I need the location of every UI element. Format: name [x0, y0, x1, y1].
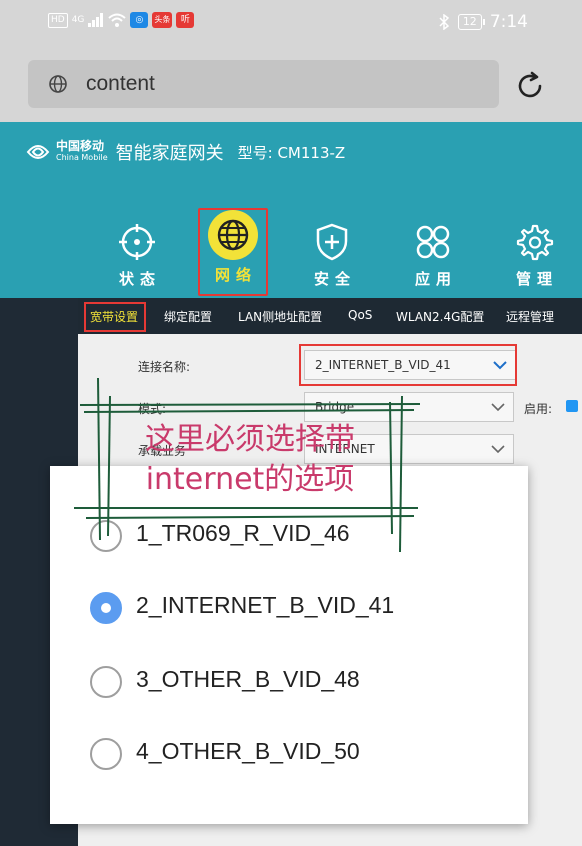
radio-button[interactable]	[90, 738, 122, 770]
reload-icon[interactable]	[514, 70, 546, 102]
mode-select[interactable]: Bridge	[304, 392, 514, 422]
brand-logo: 中国移动 China Mobile 智能家庭网关 型号: CM113-Z	[24, 138, 345, 166]
signal-icon	[88, 13, 104, 27]
battery-indicator: 12	[457, 14, 485, 30]
clock: 7:14	[489, 12, 528, 32]
model-label: 型号: CM113-Z	[237, 143, 346, 162]
sub-tabs: 宽带设置 绑定配置 LAN侧地址配置 QoS WLAN2.4G配置 远程管理	[78, 298, 582, 334]
tab-remote-management[interactable]: 远程管理	[506, 308, 554, 325]
radio-button[interactable]	[90, 520, 122, 552]
status-bar: HD 4G ◎ 头条 听 12 7:14	[0, 0, 582, 46]
nav-item-manage[interactable]: 管理	[499, 222, 569, 289]
brand-en: China Mobile	[56, 153, 108, 162]
annotation-note: 这里必须选择带 internet的选项	[100, 420, 400, 500]
tab-lan-address[interactable]: LAN侧地址配置	[238, 308, 322, 325]
toutiao-app-icon: 头条	[152, 12, 173, 28]
annotation-highlight-connection	[299, 344, 517, 386]
enable-checkbox[interactable]	[566, 400, 578, 412]
tab-wlan-24g[interactable]: WLAN2.4G配置	[396, 308, 484, 325]
nav-item-apps[interactable]: 应用	[398, 222, 468, 289]
target-icon	[119, 224, 155, 260]
option-label: 2_INTERNET_B_VID_41	[136, 592, 395, 618]
nav-label-security: 安全	[313, 270, 356, 288]
tab-qos[interactable]: QoS	[348, 308, 372, 322]
nav-label-manage: 管理	[515, 270, 558, 288]
annotation-highlight-network	[198, 208, 268, 296]
tab-binding-config[interactable]: 绑定配置	[164, 308, 212, 325]
mode-label: 模式:	[138, 402, 167, 416]
connection-name-label: 连接名称:	[138, 360, 191, 374]
wifi-icon	[108, 13, 127, 27]
option-item[interactable]: 1_TR069_R_VID_46	[50, 506, 528, 566]
apps-icon	[416, 225, 450, 259]
nav-item-security[interactable]: 安全	[297, 222, 367, 289]
radio-button-selected[interactable]	[90, 592, 122, 624]
ting-app-icon: 听	[176, 12, 195, 28]
chevron-down-icon	[491, 445, 505, 454]
option-label: 3_OTHER_B_VID_48	[136, 666, 360, 692]
option-item[interactable]: 4_OTHER_B_VID_50	[50, 724, 528, 784]
bluetooth-icon	[439, 14, 449, 30]
option-item[interactable]: 3_OTHER_B_VID_48	[50, 652, 528, 712]
gear-icon	[516, 224, 554, 261]
brand-zh: 中国移动	[56, 139, 105, 153]
option-label: 1_TR069_R_VID_46	[136, 520, 350, 546]
option-label: 4_OTHER_B_VID_50	[136, 738, 360, 764]
gateway-title: 智能家庭网关	[115, 143, 224, 164]
option-item[interactable]: 2_INTERNET_B_VID_41	[50, 578, 528, 638]
router-header: 中国移动 China Mobile 智能家庭网关 型号: CM113-Z 状态 …	[0, 122, 582, 298]
mode-value: Bridge	[315, 400, 355, 414]
annotation-highlight-tab	[84, 302, 146, 332]
globe-icon	[49, 75, 67, 93]
connection-select-dialog: 1_TR069_R_VID_46 2_INTERNET_B_VID_41 3_O…	[50, 466, 528, 824]
nav-label-apps: 应用	[414, 270, 457, 288]
nav-item-status[interactable]: 状态	[102, 222, 172, 289]
browser-toolbar: content	[0, 46, 582, 122]
url-text: content	[86, 72, 155, 95]
annotation-line-2: internet的选项	[145, 462, 355, 497]
radio-button[interactable]	[90, 666, 122, 698]
app-notification-icon: ◎	[130, 12, 149, 28]
hd-indicator: HD	[48, 12, 68, 28]
address-bar[interactable]: content	[28, 60, 499, 108]
annotation-line-1: 这里必须选择带	[145, 422, 355, 457]
enable-label: 启用:	[524, 402, 553, 416]
network-type: 4G	[71, 15, 85, 25]
nav-label-status: 状态	[118, 270, 161, 288]
china-mobile-logo-icon	[26, 145, 50, 159]
shield-plus-icon	[316, 223, 348, 261]
chevron-down-icon	[491, 403, 505, 412]
